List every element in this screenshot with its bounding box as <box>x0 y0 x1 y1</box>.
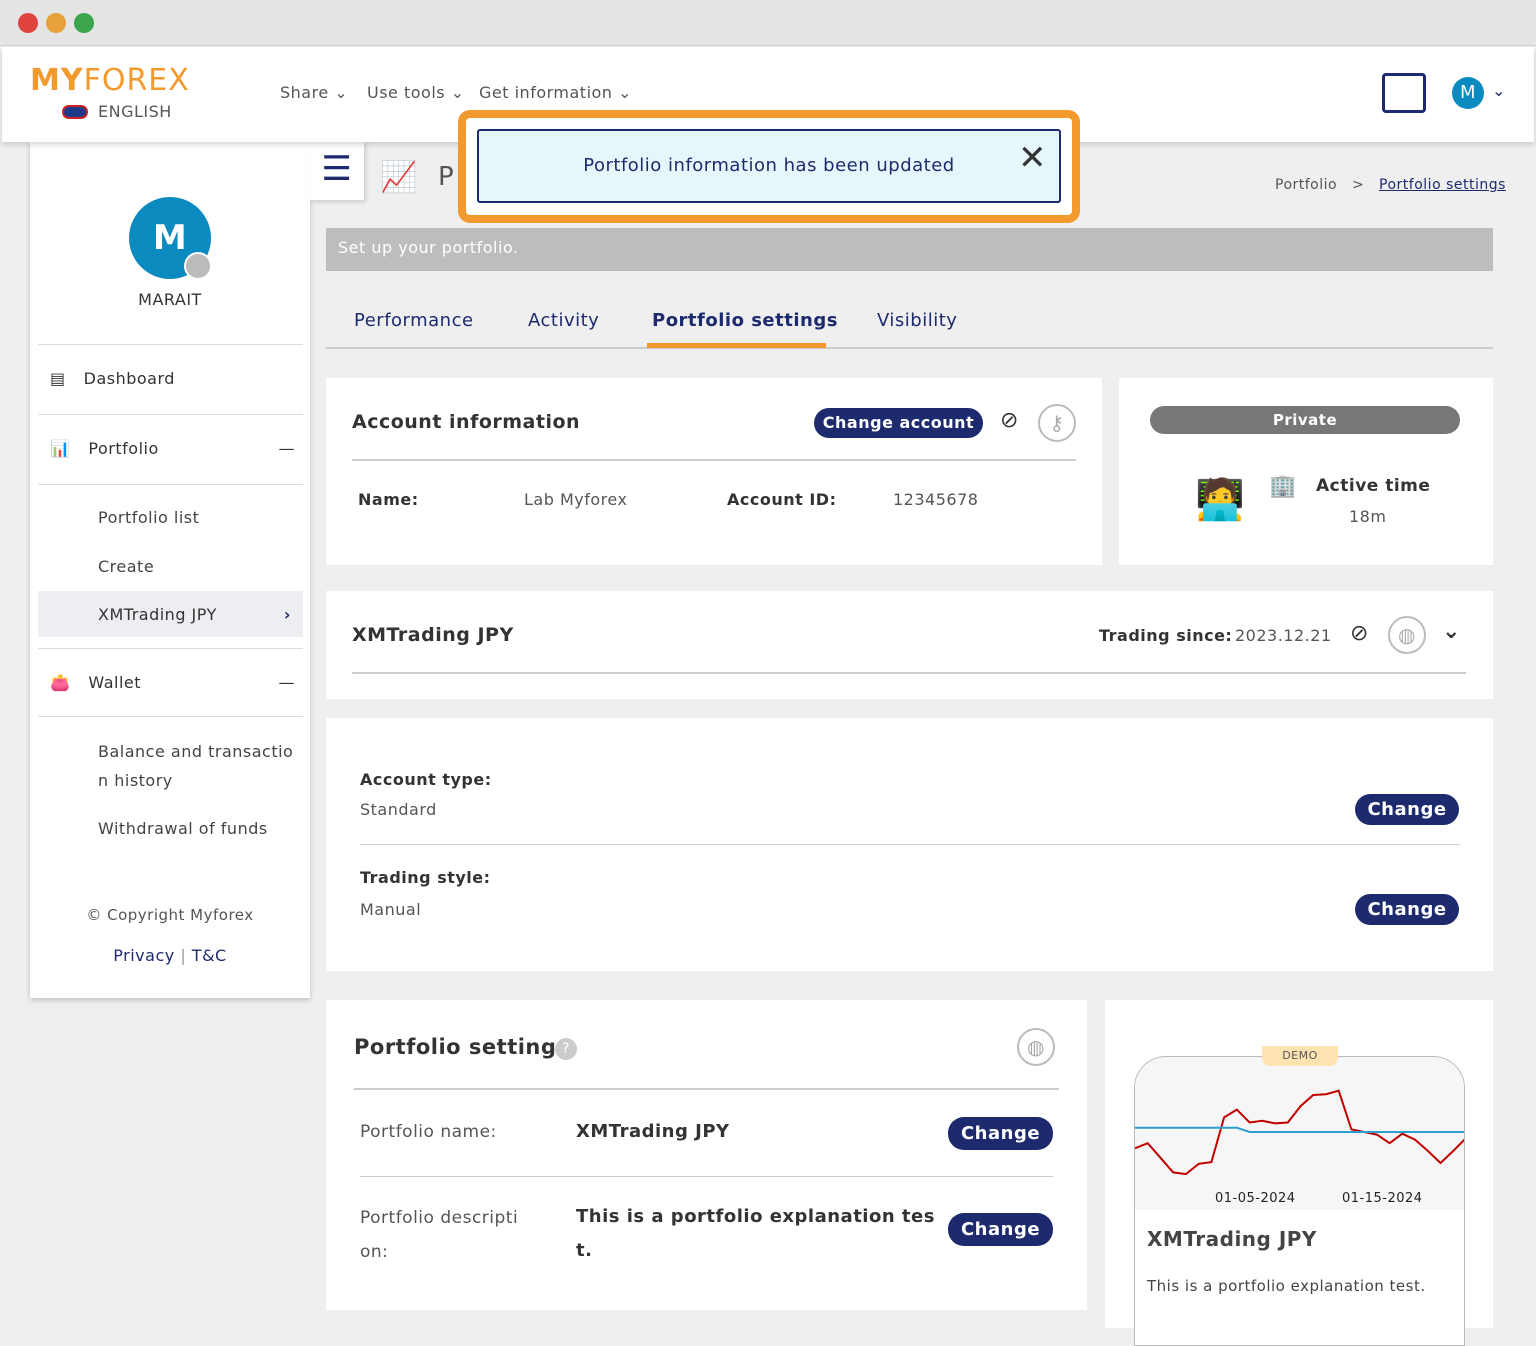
change-account-button[interactable]: Change account <box>814 408 983 438</box>
collapse-icon: — <box>278 673 295 692</box>
block-icon[interactable]: ⊘ <box>1000 408 1019 433</box>
trader-illustration-icon: 🧑‍💻 <box>1195 477 1246 523</box>
username: MARAIT <box>138 290 202 309</box>
key-icon[interactable]: ⚷ <box>1038 404 1076 442</box>
minimize-window-button[interactable] <box>46 13 66 33</box>
sidebar-item-portfolio[interactable]: 📊 Portfolio — <box>38 414 303 482</box>
chevron-right-icon: › <box>283 604 291 624</box>
globe-icon[interactable]: ◍ <box>1017 1028 1055 1066</box>
logo[interactable]: MYFOREX <box>30 63 190 98</box>
chevron-down-icon[interactable]: ⌄ <box>1492 81 1506 100</box>
wallet-icon: 👛 <box>50 673 71 692</box>
change-trading-style-button[interactable]: Change <box>1355 894 1459 925</box>
nav-share[interactable]: Share ⌄ <box>280 83 348 102</box>
account-information-card: Account information Change account ⊘ ⚷ N… <box>326 378 1102 565</box>
x-tick: 01-05-2024 <box>1215 1191 1296 1206</box>
demo-badge: DEMO <box>1262 1046 1338 1066</box>
window-titlebar <box>0 0 1536 46</box>
mini-chart <box>1135 1089 1464 1176</box>
preview-frame: 01-05-2024 01-15-2024 XMTrading JPY This… <box>1134 1056 1465 1346</box>
globe-icon[interactable]: ◍ <box>1388 616 1426 654</box>
nav-get-information[interactable]: Get information ⌄ <box>479 83 632 102</box>
maximize-window-button[interactable] <box>74 13 94 33</box>
tab-activity[interactable]: Activity <box>528 310 599 331</box>
sidebar-item-balance[interactable]: Balance and transactio n history <box>98 742 293 790</box>
tab-portfolio-settings[interactable]: Portfolio settings <box>652 310 838 331</box>
privacy-link[interactable]: Privacy <box>113 946 174 965</box>
toast-notification: Portfolio information has been updated <box>477 129 1061 203</box>
sidebar-item-create[interactable]: Create <box>98 557 154 576</box>
collapse-icon: — <box>278 439 295 458</box>
tab-visibility[interactable]: Visibility <box>877 310 957 331</box>
user-avatar[interactable]: M <box>1452 77 1484 109</box>
toast-highlight: Portfolio information has been updated ✕ <box>458 110 1080 223</box>
visibility-badge: Private <box>1150 406 1460 434</box>
change-account-type-button[interactable]: Change <box>1355 794 1459 825</box>
sidebar-item-withdrawal[interactable]: Withdrawal of funds <box>98 819 268 838</box>
sidebar-item-wallet[interactable]: 👛 Wallet — <box>38 648 303 716</box>
status-card: Private 🧑‍💻 🏢 Active time 18m <box>1119 378 1493 565</box>
copyright: © Copyright Myforex <box>86 906 254 924</box>
series-line-1 <box>1135 1126 1464 1133</box>
nav-use-tools[interactable]: Use tools ⌄ <box>367 83 465 102</box>
trading-terminal-icon[interactable] <box>1382 73 1426 113</box>
building-icon: 🏢 <box>1269 474 1297 499</box>
x-tick: 01-15-2024 <box>1342 1191 1423 1206</box>
breadcrumb: Portfolio > Portfolio settings <box>1275 177 1506 193</box>
xmtrading-account-card: XMTrading JPY Trading since: 2023.12.21 … <box>326 591 1493 699</box>
tab-performance[interactable]: Performance <box>354 310 474 331</box>
sidebar-item-xmtrading[interactable]: XMTrading JPY › <box>38 591 303 637</box>
portfolio-settings-card: Portfolio settings ? ◍ Portfolio name: X… <box>326 1000 1087 1310</box>
info-banner: Set up your portfolio. <box>326 228 1493 271</box>
uk-flag-icon <box>62 104 88 119</box>
close-icon[interactable]: ✕ <box>1018 138 1047 178</box>
sidebar-item-portfolio-list[interactable]: Portfolio list <box>98 508 199 527</box>
account-details-card: Account type: Standard Change Trading st… <box>326 718 1493 971</box>
sidebar: M MARAIT ▤ Dashboard 📊 Portfolio — Portfoli… <box>30 142 310 998</box>
active-tab-indicator <box>647 343 826 348</box>
chevron-down-icon[interactable]: ⌄ <box>1442 619 1461 644</box>
sidebar-item-dashboard[interactable]: ▤ Dashboard <box>38 344 303 412</box>
change-portfolio-description-button[interactable]: Change <box>948 1213 1053 1246</box>
menu-toggle-button[interactable]: ☰ <box>310 142 364 200</box>
chart-icon: 📊 <box>50 439 71 458</box>
tc-link[interactable]: T&C <box>192 946 227 965</box>
help-icon[interactable]: ? <box>555 1038 577 1060</box>
change-portfolio-name-button[interactable]: Change <box>948 1117 1053 1150</box>
block-icon[interactable]: ⊘ <box>1350 621 1369 646</box>
portfolio-page-icon: 📈 <box>380 160 418 195</box>
language-selector[interactable]: ENGLISH <box>62 102 172 121</box>
portfolio-preview-card: 01-05-2024 01-15-2024 XMTrading JPY This… <box>1105 1000 1493 1346</box>
page-title: P <box>438 162 455 192</box>
camera-icon[interactable] <box>184 252 212 280</box>
dashboard-icon: ▤ <box>50 369 66 388</box>
close-window-button[interactable] <box>18 13 38 33</box>
